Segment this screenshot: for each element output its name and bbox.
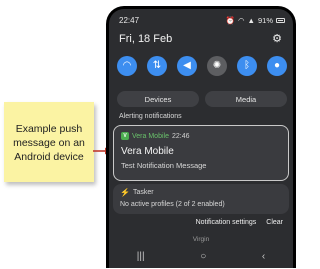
tasker-app-name: Tasker [132, 189, 154, 196]
carrier-label: Virgin [192, 236, 210, 243]
signal-icon: ▲ [247, 16, 255, 25]
gear-icon[interactable]: ⚙ [271, 33, 283, 45]
quick-toggles: ◠ ⇅ ◀ ✺ ᛒ ● [117, 56, 287, 78]
home-icon[interactable]: ○ [200, 251, 206, 262]
data-transfer-icon[interactable]: ⇅ [147, 56, 167, 76]
tasker-notification-card[interactable]: ⚡ Tasker No active profiles (2 of 2 enab… [113, 184, 289, 214]
note-line: Example push [15, 123, 83, 135]
page: Example push message on an Android devic… [0, 0, 300, 269]
wifi-icon[interactable]: ◠ [117, 56, 137, 76]
clear-button[interactable]: Clear [266, 219, 283, 226]
status-time: 22:47 [119, 16, 140, 25]
date-label: Fri, 18 Feb [119, 33, 173, 45]
notification-header: V Vera Mobile 22:46 [121, 132, 190, 140]
location-icon[interactable]: ● [267, 56, 287, 76]
notification-time: 22:46 [171, 132, 190, 140]
brightness-icon[interactable]: ✺ [207, 56, 227, 76]
device-media-row: Devices Media [117, 91, 287, 107]
bluetooth-icon[interactable]: ᛒ [237, 56, 257, 76]
media-button[interactable]: Media [205, 91, 287, 107]
battery-icon [276, 18, 285, 23]
sound-icon[interactable]: ◀ [177, 56, 197, 76]
alarm-icon: ⏰ [225, 16, 235, 25]
vera-notification-card[interactable]: V Vera Mobile 22:46 Vera Mobile Test Not… [113, 125, 289, 181]
sticky-note: Example push message on an Android devic… [4, 102, 94, 182]
wifi-status-icon: ◠ [238, 16, 245, 25]
note-line: Android device [14, 151, 84, 163]
alerting-notifications-label: Alerting notifications [119, 113, 182, 120]
note-text: Example push message on an Android devic… [4, 122, 94, 164]
notification-body: Test Notification Message [121, 161, 207, 170]
devices-button[interactable]: Devices [117, 91, 199, 107]
tasker-body: No active profiles (2 of 2 enabled) [120, 201, 225, 208]
status-icons: ⏰ ◠ ▲ 91% [226, 16, 285, 25]
notification-app-name: Vera Mobile [132, 132, 169, 140]
date-row: Fri, 18 Feb ⚙ [119, 33, 285, 47]
notification-settings-button[interactable]: Notification settings [196, 219, 257, 226]
vera-app-icon: V [121, 132, 129, 140]
status-bar: 22:47 ⏰ ◠ ▲ 91% [119, 16, 285, 26]
phone-frame: 22:47 ⏰ ◠ ▲ 91% Fri, 18 Feb ⚙ ◠ ⇅ ◀ ✺ ᛒ [106, 6, 296, 268]
battery-percent: 91% [257, 16, 273, 25]
recents-icon[interactable]: ||| [137, 251, 145, 262]
notification-footer: Notification settings Clear [196, 219, 283, 226]
tasker-header: ⚡ Tasker [120, 188, 154, 197]
note-line: message on an [13, 137, 85, 149]
lightning-icon: ⚡ [120, 188, 130, 197]
navigation-bar: ||| ○ ‹ [109, 248, 293, 264]
notification-title: Vera Mobile [121, 146, 174, 157]
back-icon[interactable]: ‹ [262, 251, 265, 262]
notification-shade: 22:47 ⏰ ◠ ▲ 91% Fri, 18 Feb ⚙ ◠ ⇅ ◀ ✺ ᛒ [109, 9, 293, 268]
